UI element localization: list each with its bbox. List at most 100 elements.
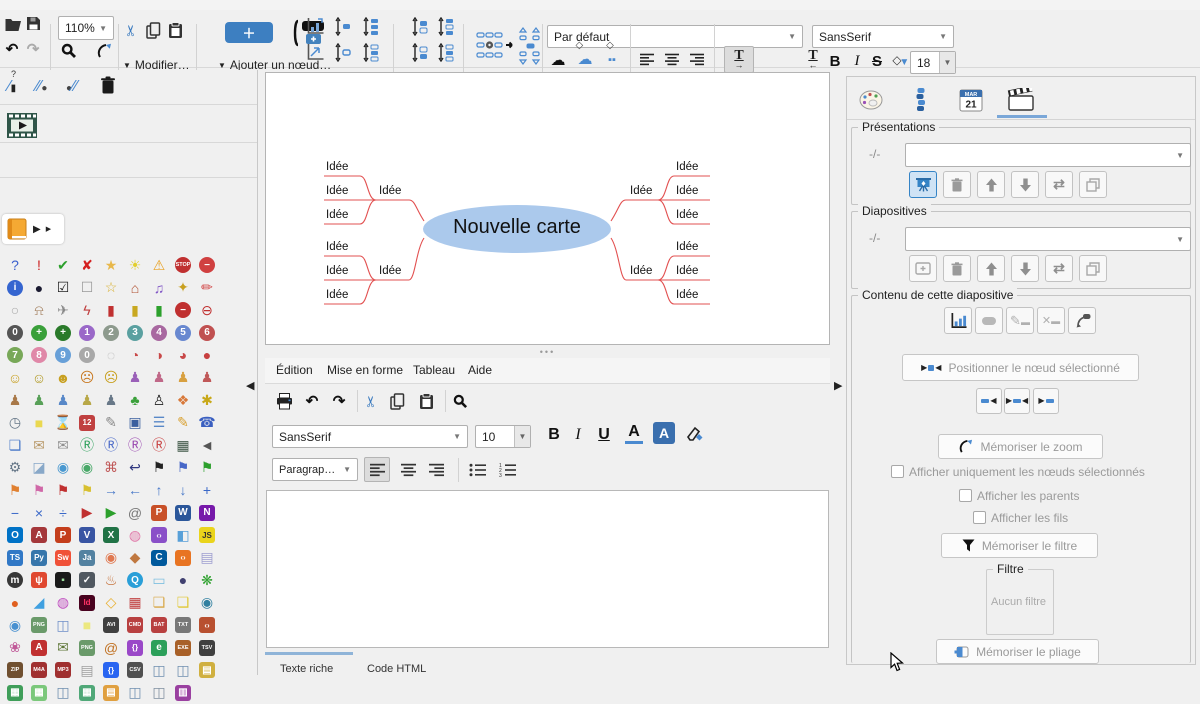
note-print-button[interactable] xyxy=(274,391,294,411)
palette-icon[interactable]: ☺ xyxy=(3,367,27,389)
palette-icon[interactable]: ◉ xyxy=(75,457,99,479)
palette-icon[interactable]: N xyxy=(195,502,219,524)
align-center-button[interactable] xyxy=(663,50,681,68)
palette-icon[interactable]: ☀ xyxy=(123,254,147,276)
palette-icon[interactable]: ◌ xyxy=(99,344,123,366)
palette-icon[interactable]: ▪ xyxy=(51,569,75,591)
align-right-button[interactable] xyxy=(688,50,706,68)
paste-format-pen-button[interactable]: ●⁄⁄ xyxy=(66,78,77,96)
move-slide-up-button[interactable] xyxy=(977,255,1005,282)
palette-icon[interactable]: ♟ xyxy=(75,389,99,411)
collapse-left-panel-arrow[interactable]: ◀ xyxy=(246,379,254,392)
copy-format-pen-button[interactable]: ⁄⁄● xyxy=(36,78,47,96)
palette-icon[interactable]: ● xyxy=(3,592,27,614)
palette-icon[interactable]: ⍾ xyxy=(27,299,51,321)
menu-edition[interactable]: Édition xyxy=(276,363,313,377)
mindmap-canvas[interactable]: Nouvelle carte Idée Idée Idée Idée Idée … xyxy=(265,72,830,345)
palette-icon[interactable]: ◫ xyxy=(171,659,195,681)
palette-icon[interactable]: TXT xyxy=(171,614,195,636)
palette-icon[interactable]: 2 xyxy=(99,322,123,344)
map-node-label[interactable]: Idée xyxy=(326,185,348,197)
palette-icon[interactable]: A xyxy=(27,524,51,546)
copy-presentation-button[interactable] xyxy=(1079,171,1107,198)
palette-icon[interactable]: ▮ xyxy=(99,299,123,321)
palette-icon[interactable]: ♟ xyxy=(171,367,195,389)
palette-icon[interactable]: ☹ xyxy=(75,367,99,389)
redo-button[interactable]: ↷ xyxy=(25,40,41,58)
menu-aide[interactable]: Aide xyxy=(468,363,492,377)
palette-icon[interactable]: ◫ xyxy=(147,682,171,704)
note-copy-button[interactable] xyxy=(388,391,406,411)
note-underline-button[interactable]: U xyxy=(595,424,613,444)
note-font-size-select[interactable]: 10▼ xyxy=(475,425,531,448)
palette-icon[interactable]: ☺ xyxy=(27,367,51,389)
apply-slide-layout-button[interactable] xyxy=(944,307,972,334)
palette-icon[interactable]: ▦ xyxy=(27,682,51,704)
spacing-alt-button[interactable] xyxy=(410,42,430,62)
map-node-label[interactable]: Idée xyxy=(326,289,348,301)
note-numbered-list-button[interactable]: 123 xyxy=(495,459,519,481)
palette-icon[interactable]: ▤ xyxy=(75,659,99,681)
note-bullet-list-button[interactable] xyxy=(465,459,489,481)
palette-icon[interactable]: ✎ xyxy=(171,412,195,434)
fold-right-button[interactable]: ▶ xyxy=(1033,388,1059,414)
palette-icon[interactable]: ▦ xyxy=(123,592,147,614)
palette-icon[interactable]: 6 xyxy=(195,322,219,344)
palette-icon[interactable]: STOP xyxy=(171,254,195,276)
start-presentation-button[interactable] xyxy=(909,171,937,198)
palette-icon[interactable]: ☹ xyxy=(99,367,123,389)
list-spacing-alt-button[interactable] xyxy=(436,42,456,62)
palette-icon[interactable]: ★ xyxy=(99,254,123,276)
palette-icon[interactable]: ◫ xyxy=(51,614,75,636)
align-left-button[interactable] xyxy=(638,50,656,68)
palette-icon[interactable]: MP3 xyxy=(51,659,75,681)
palette-icon[interactable]: ◄ xyxy=(195,434,219,456)
palette-icon[interactable]: ▶ xyxy=(99,502,123,524)
palette-icon[interactable]: ◆ xyxy=(123,547,147,569)
sort-slides-button[interactable]: ⇄ xyxy=(1045,255,1073,282)
palette-icon[interactable]: 0 xyxy=(75,344,99,366)
memorize-folding-button[interactable]: Mémoriser le pliage xyxy=(936,639,1099,664)
map-node-label[interactable]: Idée xyxy=(326,161,348,173)
map-node-label[interactable]: Idée xyxy=(630,185,652,197)
node-vgap-button[interactable] xyxy=(333,16,353,36)
palette-icon[interactable]: V xyxy=(75,524,99,546)
map-node-label[interactable]: Idée xyxy=(379,185,401,197)
move-presentation-up-button[interactable] xyxy=(977,171,1005,198)
tab-texte-riche[interactable]: Texte riche xyxy=(280,663,333,675)
menu-tableau[interactable]: Tableau xyxy=(413,363,455,377)
palette-icon[interactable]: ✎ xyxy=(99,412,123,434)
palette-icon[interactable]: m xyxy=(3,569,27,591)
save-map-button[interactable] xyxy=(25,15,41,31)
palette-icon[interactable]: ϟ xyxy=(75,299,99,321)
cloud-button[interactable]: ☁ xyxy=(548,50,568,70)
palette-icon[interactable]: ● xyxy=(195,344,219,366)
palette-icon[interactable]: ▤ xyxy=(195,659,219,681)
edge-style-button[interactable]: ◇▪▪ xyxy=(601,48,623,70)
palette-icon[interactable]: ▦ xyxy=(75,682,99,704)
palette-icon[interactable]: ← xyxy=(123,479,147,501)
palette-icon[interactable]: ♟ xyxy=(3,389,27,411)
tab-code-html[interactable]: Code HTML xyxy=(367,663,426,675)
spacing-button[interactable] xyxy=(410,16,430,36)
palette-icon[interactable]: ❀ xyxy=(3,637,27,659)
palette-icon[interactable]: ▤ xyxy=(195,547,219,569)
add-node-button[interactable]: ＋ xyxy=(225,22,273,43)
palette-icon[interactable]: ❖ xyxy=(171,389,195,411)
palette-icon[interactable]: TSV xyxy=(195,637,219,659)
note-redo-button[interactable]: ↷ xyxy=(330,391,348,411)
palette-icon[interactable]: ☰ xyxy=(147,412,171,434)
palette-icon[interactable]: 3 xyxy=(123,322,147,344)
map-node-label[interactable]: Idée xyxy=(326,209,348,221)
palette-icon[interactable]: ! xyxy=(27,254,51,276)
palette-icon[interactable]: W xyxy=(171,502,195,524)
memorize-filter-button[interactable]: Mémoriser le filtre xyxy=(941,533,1098,558)
palette-icon[interactable]: ☐ xyxy=(75,277,99,299)
palette-icon[interactable]: ⌘ xyxy=(99,457,123,479)
position-selected-node-button[interactable]: ▶◀ Positionner le nœud sélectionné xyxy=(902,354,1139,381)
palette-icon[interactable]: ‹› xyxy=(195,614,219,636)
palette-icon[interactable]: ⚑ xyxy=(171,457,195,479)
palette-icon[interactable]: ♟ xyxy=(27,389,51,411)
note-align-right-button[interactable] xyxy=(423,457,449,482)
palette-icon[interactable]: ↩ xyxy=(123,457,147,479)
